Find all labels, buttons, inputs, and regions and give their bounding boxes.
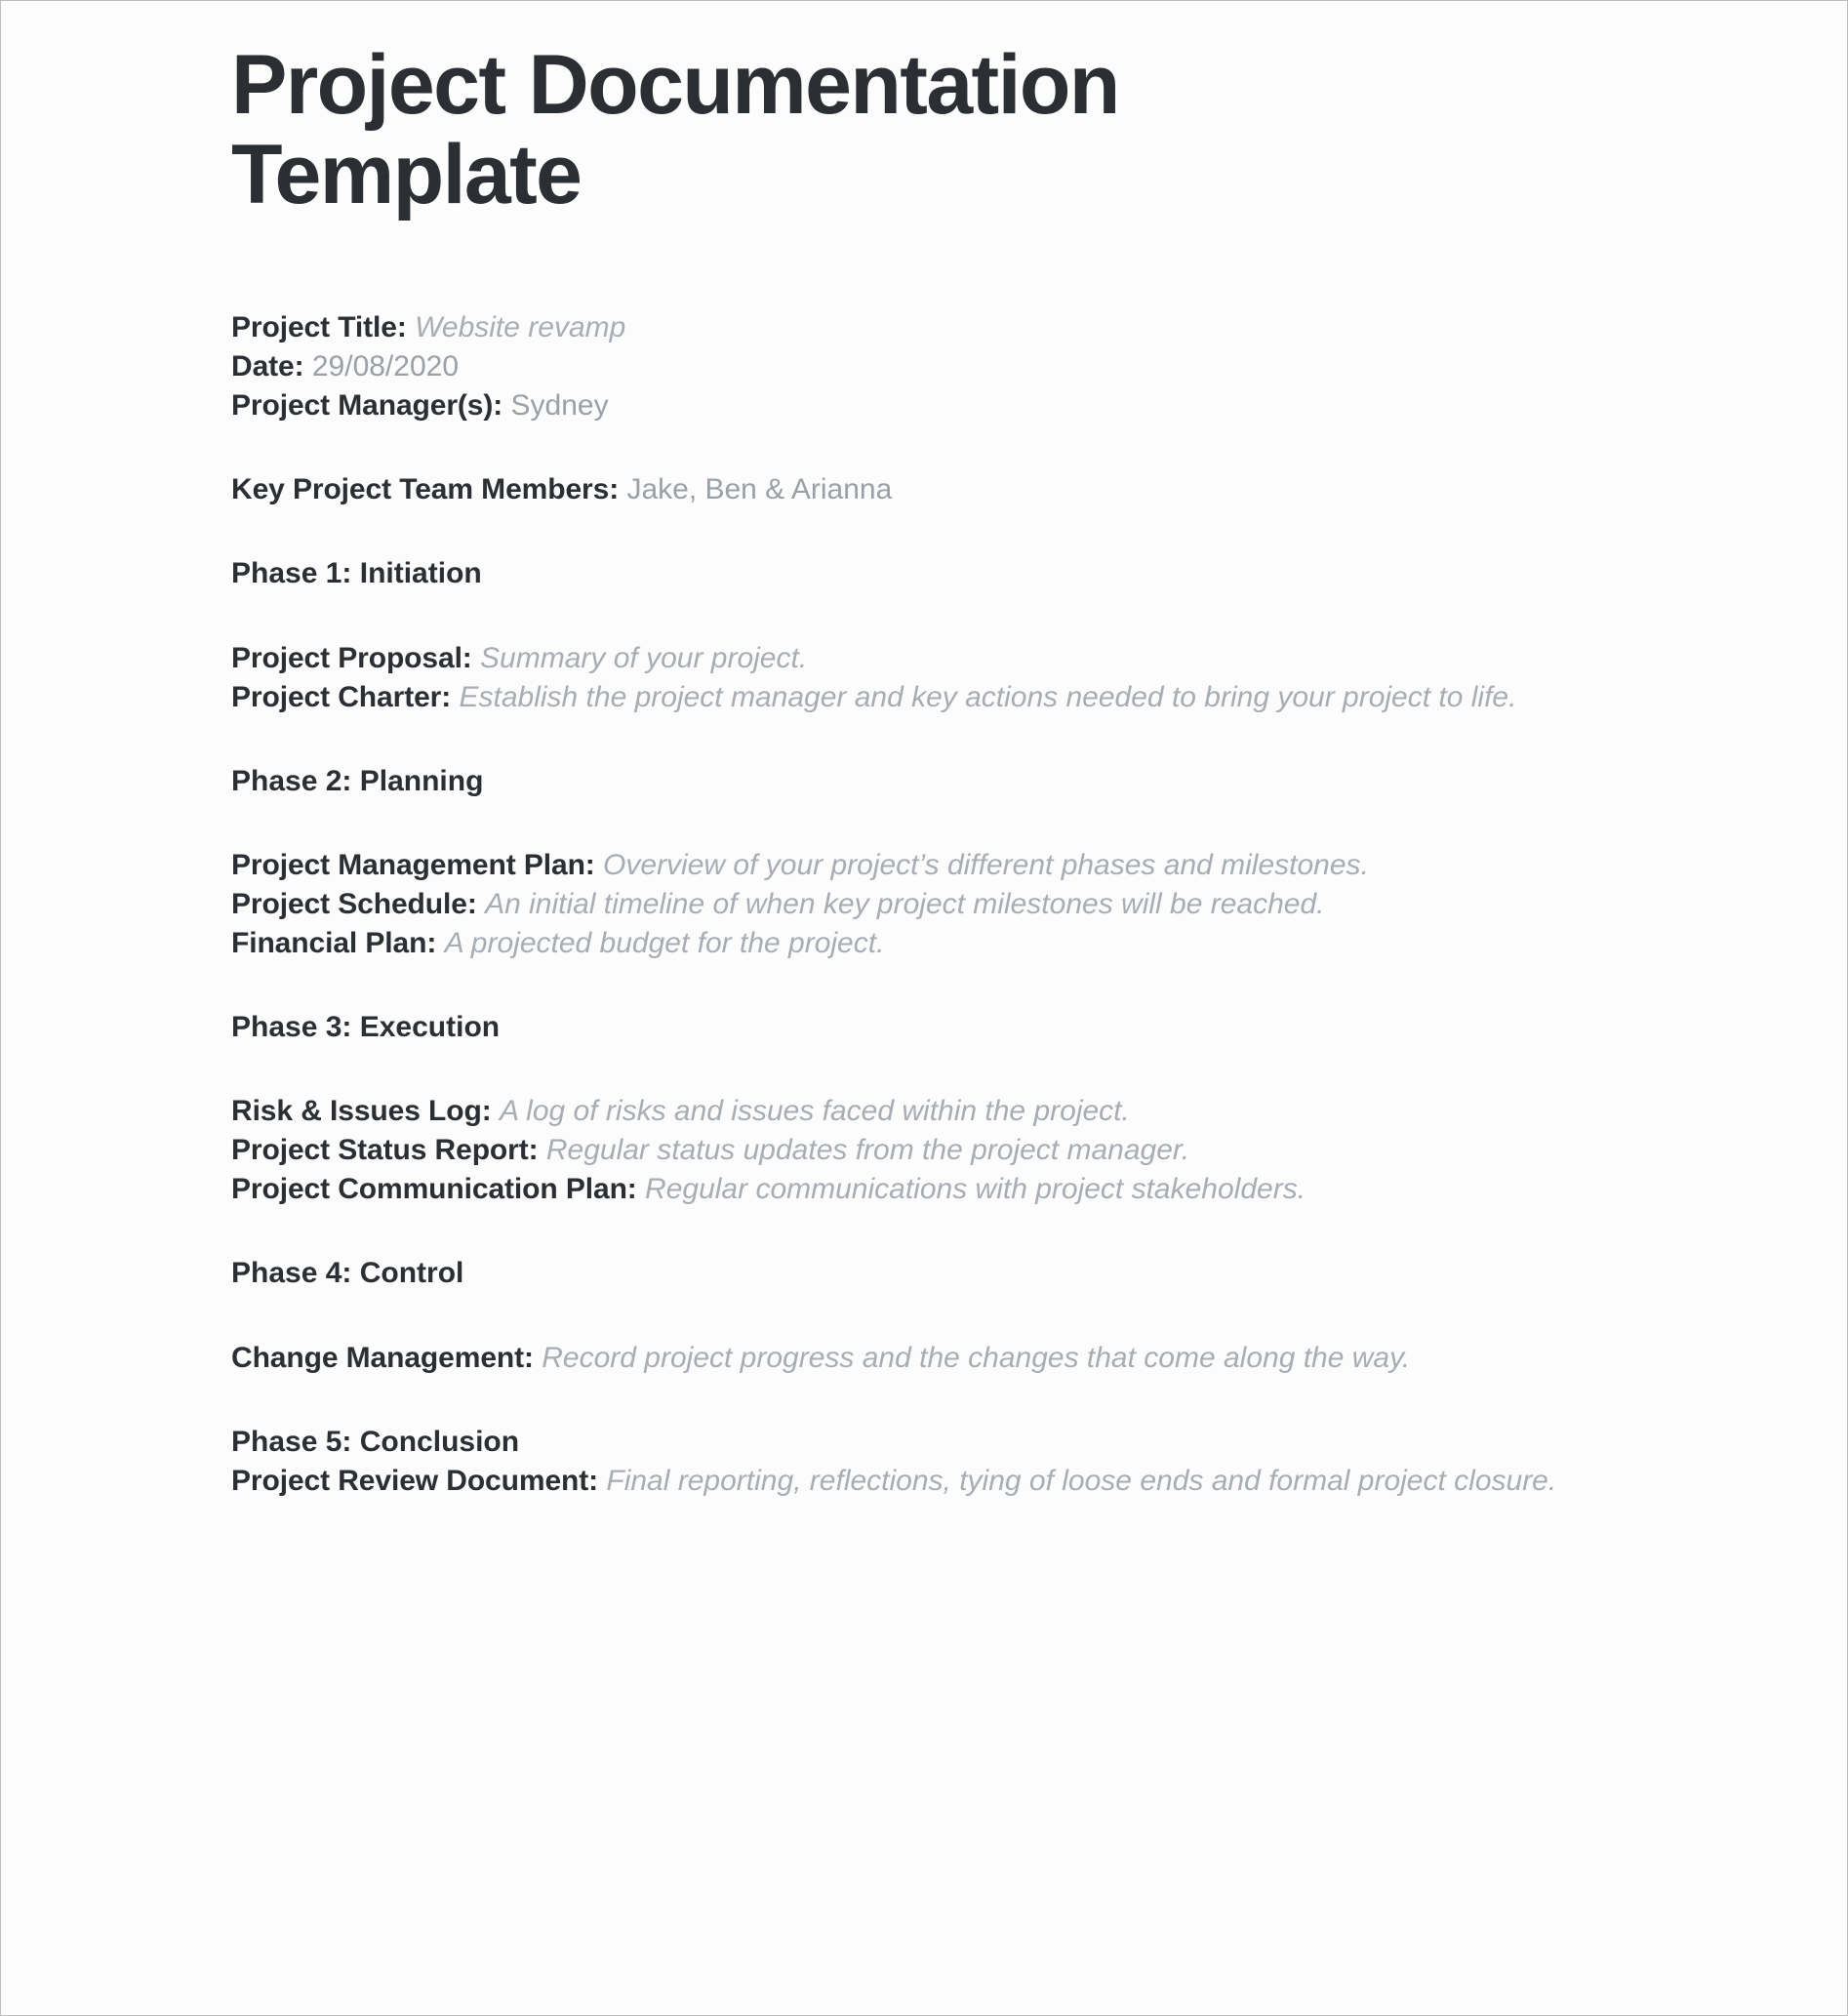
item-placeholder[interactable]: An initial timeline of when key project … — [485, 887, 1325, 922]
item-label: Project Charter: — [231, 680, 452, 713]
meta-row-project-manager: Project Manager(s): Sydney — [231, 387, 1568, 424]
project-meta-block: Project Title: Website revamp Date: 29/0… — [231, 309, 1671, 424]
meta-label-team-members: Key Project Team Members: — [231, 473, 620, 506]
item-placeholder[interactable]: Final reporting, reflections, tying of l… — [606, 1464, 1557, 1499]
item-label: Financial Plan: — [231, 926, 437, 959]
item-row: Project Communication Plan: Regular comm… — [231, 1171, 1568, 1208]
item-placeholder[interactable]: Regular communications with project stak… — [645, 1173, 1306, 1208]
item-label: Project Status Report: — [231, 1134, 539, 1167]
item-row: Project Proposal: Summary of your projec… — [231, 640, 1568, 677]
phase-heading-2: Phase 2: Planning — [231, 764, 484, 797]
phase-section-4: Phase 4: Control Change Management: Reco… — [231, 1255, 1671, 1376]
meta-label-project-title: Project Title: — [231, 311, 407, 344]
item-row: Risk & Issues Log: A log of risks and is… — [231, 1093, 1568, 1130]
item-row: Financial Plan: A projected budget for t… — [231, 925, 1568, 962]
meta-value-date[interactable]: 29/08/2020 — [311, 350, 460, 385]
item-row: Project Management Plan: Overview of you… — [231, 847, 1568, 884]
meta-value-project-manager[interactable]: Sydney — [510, 389, 609, 424]
phase-heading-4: Phase 4: Control — [231, 1257, 464, 1290]
phase-items-5: Project Review Document: Final reporting… — [231, 1463, 1671, 1500]
phase-items-2: Project Management Plan: Overview of you… — [231, 847, 1671, 962]
item-label: Project Proposal: — [231, 641, 472, 674]
phase-items-4: Change Management: Record project progre… — [231, 1340, 1671, 1377]
page-title: Project Documentation Template — [231, 38, 1120, 222]
meta-value-team-members[interactable]: Jake, Ben & Arianna — [626, 473, 893, 508]
item-placeholder[interactable]: Overview of your project’s different pha… — [603, 848, 1369, 883]
phase-section-5: Phase 5: Conclusion Project Review Docum… — [231, 1424, 1671, 1500]
item-placeholder[interactable]: Record project progress and the changes … — [542, 1341, 1411, 1376]
item-label: Project Schedule: — [231, 887, 477, 920]
meta-value-project-title[interactable]: Website revamp — [415, 311, 626, 346]
item-placeholder[interactable]: Establish the project manager and key ac… — [459, 680, 1517, 715]
item-placeholder[interactable]: A projected budget for the project. — [444, 926, 885, 961]
item-placeholder[interactable]: Regular status updates from the project … — [545, 1134, 1190, 1169]
document-page: Project Documentation Template Project T… — [0, 0, 1848, 2016]
item-label: Change Management: — [231, 1341, 534, 1374]
meta-row-team-members: Key Project Team Members: Jake, Ben & Ar… — [231, 471, 1568, 508]
meta-row-date: Date: 29/08/2020 — [231, 348, 1568, 385]
phase-heading-3: Phase 3: Execution — [231, 1011, 501, 1044]
item-label: Project Review Document: — [231, 1464, 599, 1497]
item-row: Project Status Report: Regular status up… — [231, 1132, 1568, 1169]
document-content: Project Documentation Template Project T… — [1, 1, 1847, 1500]
phase-items-3: Risk & Issues Log: A log of risks and is… — [231, 1093, 1671, 1208]
phase-section-3: Phase 3: Execution Risk & Issues Log: A … — [231, 1009, 1671, 1208]
item-row: Project Schedule: An initial timeline of… — [231, 886, 1568, 923]
meta-label-date: Date: — [231, 350, 304, 383]
phase-section-2: Phase 2: Planning Project Management Pla… — [231, 763, 1671, 962]
item-label: Project Communication Plan: — [231, 1173, 637, 1206]
item-row: Project Review Document: Final reporting… — [231, 1463, 1568, 1500]
item-placeholder[interactable]: Summary of your project. — [480, 641, 808, 676]
meta-label-project-manager: Project Manager(s): — [231, 389, 503, 423]
item-label: Risk & Issues Log: — [231, 1095, 492, 1128]
phase-heading-1: Phase 1: Initiation — [231, 557, 482, 590]
meta-row-project-title: Project Title: Website revamp — [231, 309, 1568, 346]
phase-items-1: Project Proposal: Summary of your projec… — [231, 640, 1671, 716]
phase-section-1: Phase 1: Initiation Project Proposal: Su… — [231, 555, 1671, 715]
item-row: Change Management: Record project progre… — [231, 1340, 1568, 1377]
item-label: Project Management Plan: — [231, 848, 595, 881]
phase-heading-5: Phase 5: Conclusion — [231, 1425, 520, 1458]
item-placeholder[interactable]: A log of risks and issues faced within t… — [499, 1095, 1130, 1130]
item-row: Project Charter: Establish the project m… — [231, 679, 1568, 716]
team-members-block: Key Project Team Members: Jake, Ben & Ar… — [231, 471, 1671, 508]
